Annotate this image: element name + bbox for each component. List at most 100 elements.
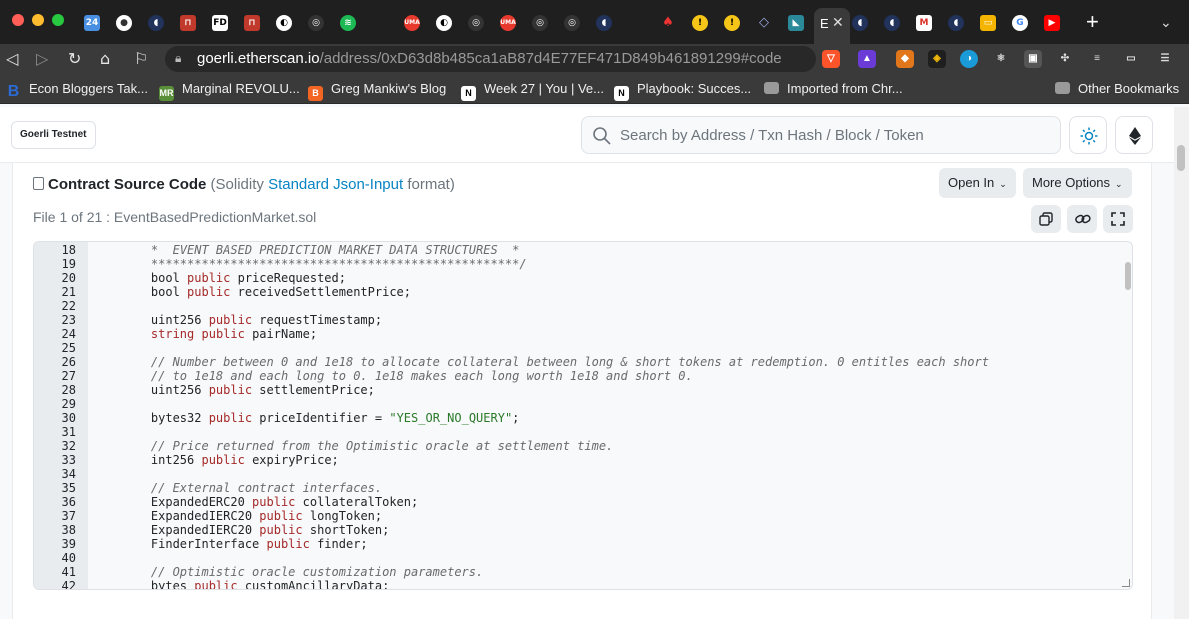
bookmark-b-icon: B: [7, 83, 20, 100]
line-number: 18: [61, 243, 76, 257]
link-icon: [1075, 214, 1091, 224]
github-tab-icon[interactable]: ◎: [308, 15, 324, 31]
page-content: Goerli Testnet Search by Address / Txn H…: [0, 107, 1189, 619]
code-line: 40: [34, 551, 1124, 565]
github-tab-icon[interactable]: ◎: [468, 15, 484, 31]
youtube-tab-icon[interactable]: ▶: [1044, 15, 1060, 31]
copy-icon: [1039, 212, 1053, 226]
slides-tab-icon[interactable]: ▭: [980, 15, 996, 31]
code-line: 24 string public pairName;: [34, 327, 1124, 341]
minimize-window-button[interactable]: [32, 14, 44, 26]
fd-tab-icon[interactable]: FD: [212, 15, 228, 31]
code-editor[interactable]: 18 * EVENT BASED PREDICTION MARKET DATA …: [33, 241, 1133, 590]
line-number: 27: [61, 369, 76, 383]
code-scrollbar-thumb[interactable]: [1125, 262, 1131, 290]
red-tab-icon[interactable]: ⊓: [244, 15, 260, 31]
gmail-tab-icon[interactable]: M: [916, 15, 932, 31]
bookmark-marginal-revolution[interactable]: MR Marginal REVOLU...: [159, 81, 300, 101]
web-tab-icon[interactable]: ◐: [436, 15, 452, 31]
chrome-tab-icon[interactable]: ●: [116, 15, 132, 31]
etherscan-tab-icon[interactable]: ◖: [852, 15, 868, 31]
etherscan-tab-icon[interactable]: ◖: [884, 15, 900, 31]
bookmark-notion-icon: N: [614, 86, 629, 101]
puzzle-icon[interactable]: ✣: [1056, 50, 1074, 68]
spotify-tab-icon[interactable]: ≋: [340, 15, 356, 31]
page-scrollbar[interactable]: [1174, 107, 1189, 619]
binance-icon[interactable]: ◈: [928, 50, 946, 68]
document-icon: [33, 177, 44, 190]
fullscreen-button[interactable]: [1103, 205, 1133, 233]
uma-tab-icon[interactable]: UMA: [404, 15, 420, 31]
maximize-window-button[interactable]: [52, 14, 64, 26]
close-window-button[interactable]: [12, 14, 24, 26]
code-line: 42 bytes public customAncillaryData;: [34, 579, 1124, 589]
reading-list-icon[interactable]: ≡: [1088, 50, 1106, 68]
tab-search-chevron-icon[interactable]: ⌄: [1160, 14, 1172, 31]
etherscan-tab-icon[interactable]: ◖: [948, 15, 964, 31]
code-text: ****************************************…: [122, 257, 527, 271]
wallet-icon[interactable]: ▭: [1122, 50, 1140, 68]
etherscan-tab-icon[interactable]: ◖: [596, 15, 612, 31]
reload-icon[interactable]: ↻: [68, 48, 81, 70]
url-text: goerli.etherscan.io/address/0xD63d8b485c…: [197, 50, 782, 67]
network-switch-button[interactable]: [1115, 116, 1153, 154]
github-tab-icon[interactable]: ◎: [532, 15, 548, 31]
copy-button[interactable]: [1031, 205, 1061, 233]
theme-toggle-button[interactable]: [1069, 116, 1107, 154]
other-bookmarks-folder[interactable]: Other Bookmarks: [1055, 81, 1179, 96]
ethereum-icon: [1129, 127, 1141, 145]
standard-json-input-link[interactable]: Standard Json-Input: [268, 176, 403, 193]
address-bar[interactable]: 🔒︎ goerli.etherscan.io/address/0xD63d8b4…: [165, 46, 816, 72]
code-text: bool public receivedSettlementPrice;: [122, 285, 412, 299]
link-button[interactable]: [1067, 205, 1097, 233]
forward-icon[interactable]: ▷: [36, 48, 48, 70]
more-options-button[interactable]: More Options ⌄: [1023, 168, 1132, 198]
extension-icon[interactable]: ▣: [1024, 50, 1042, 68]
search-input[interactable]: Search by Address / Txn Hash / Block / T…: [581, 116, 1061, 154]
code-scrollbar[interactable]: [1124, 256, 1132, 586]
open-in-button[interactable]: Open In ⌄: [939, 168, 1016, 198]
back-icon[interactable]: ◁: [6, 48, 18, 70]
warning-tab-icon[interactable]: !: [692, 15, 708, 31]
search-placeholder: Search by Address / Txn Hash / Block / T…: [620, 127, 924, 144]
canada-tab-icon[interactable]: ♠: [660, 15, 676, 31]
web-tab-icon[interactable]: ◐: [276, 15, 292, 31]
diamond-tab-icon[interactable]: ◇: [756, 15, 772, 31]
code-line: 25: [34, 341, 1124, 355]
brave-shield-icon[interactable]: ▽: [822, 50, 840, 68]
active-tab-label: E: [820, 16, 829, 31]
edge-extension-icon[interactable]: ◑: [960, 50, 978, 68]
active-tab[interactable]: E ✕: [814, 8, 850, 44]
new-tab-icon[interactable]: +: [1086, 11, 1099, 33]
bookmark-playbook[interactable]: N Playbook: Succes...: [614, 81, 751, 101]
bookmark-imported-folder[interactable]: Imported from Chr...: [764, 81, 903, 96]
line-number: 20: [61, 271, 76, 285]
code-line: 32 // Price returned from the Optimistic…: [34, 439, 1124, 453]
red-tab-icon[interactable]: ⊓: [180, 15, 196, 31]
react-devtools-icon[interactable]: ⚛: [992, 50, 1010, 68]
teal-tab-icon[interactable]: ◣: [788, 15, 804, 31]
page-scrollbar-thumb[interactable]: [1177, 145, 1185, 171]
uma-tab-icon[interactable]: UMA: [500, 15, 516, 31]
warning-tab-icon[interactable]: !: [724, 15, 740, 31]
code-text: ExpandedERC20 public collateralToken;: [122, 495, 419, 509]
line-number: 29: [61, 397, 76, 411]
network-badge[interactable]: Goerli Testnet: [11, 121, 96, 149]
brave-rewards-icon[interactable]: ▲: [858, 50, 876, 68]
menu-icon[interactable]: ☰: [1156, 50, 1174, 68]
bookmark-week-27[interactable]: N Week 27 | You | Ve...: [461, 81, 604, 101]
github-tab-icon[interactable]: ◎: [564, 15, 580, 31]
folder-icon: [1055, 82, 1070, 94]
lock-icon[interactable]: 🔒︎: [175, 51, 181, 66]
line-number: 22: [61, 299, 76, 313]
resize-handle[interactable]: [1122, 579, 1130, 587]
close-tab-icon[interactable]: ✕: [832, 14, 844, 31]
home-icon[interactable]: ⌂: [100, 48, 110, 70]
bookmark-mankiw-blog[interactable]: B Greg Mankiw's Blog: [308, 81, 446, 101]
metamask-icon[interactable]: ◆: [896, 50, 914, 68]
bookmark-econ-bloggers[interactable]: B Econ Bloggers Tak...: [6, 81, 148, 100]
etherscan-tab-icon[interactable]: ◖: [148, 15, 164, 31]
bookmark-icon[interactable]: ⚐: [134, 48, 148, 70]
google-tab-icon[interactable]: G: [1012, 15, 1028, 31]
calendar-tab-icon[interactable]: 24: [84, 15, 100, 31]
